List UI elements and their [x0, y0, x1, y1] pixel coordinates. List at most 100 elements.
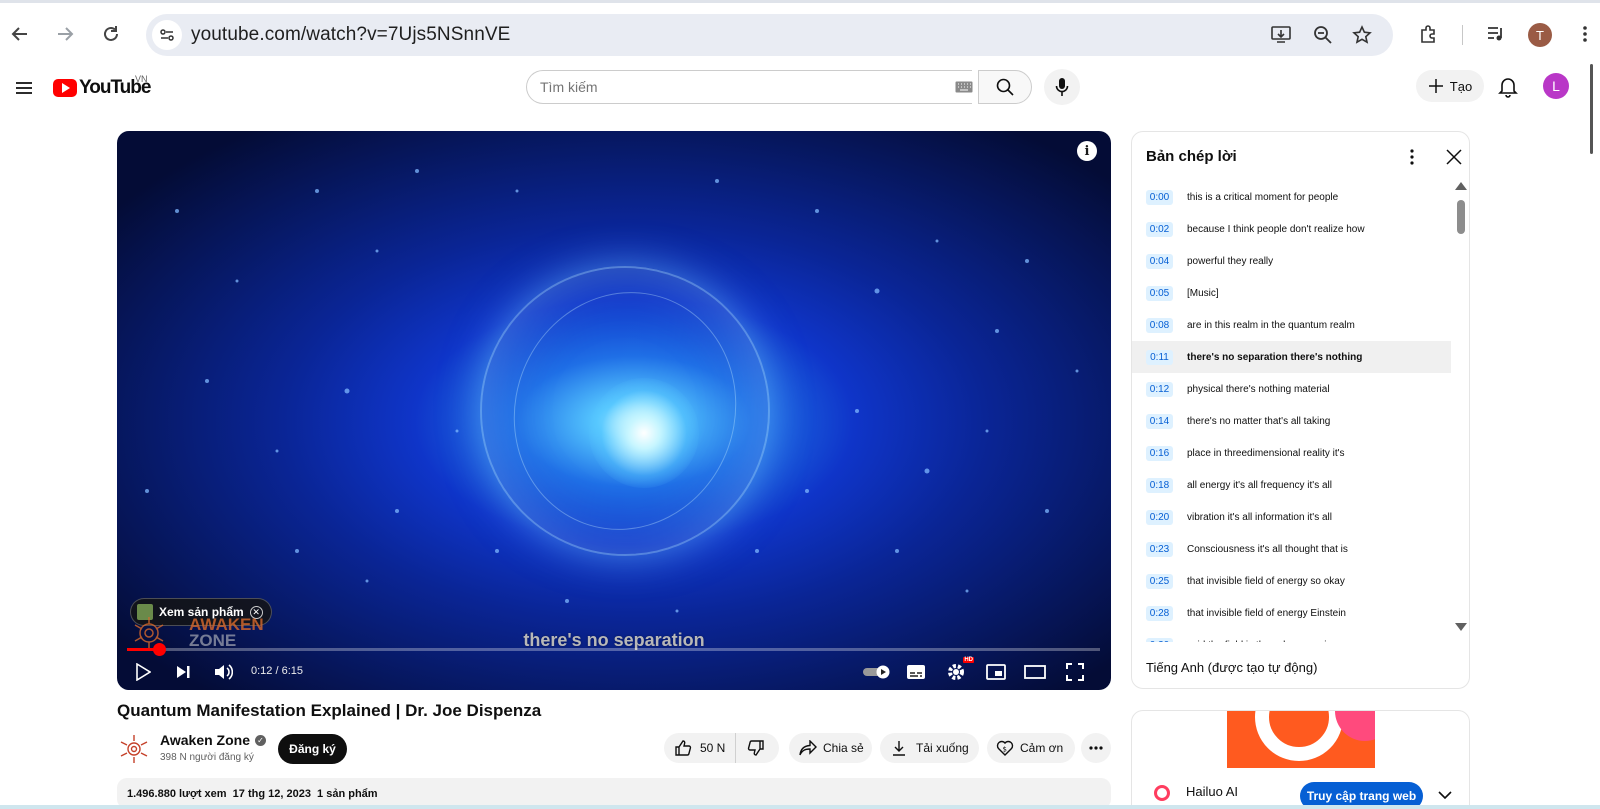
miniplayer-icon[interactable]: [982, 658, 1010, 686]
segment-text: that invisible field of energy Einstein: [1187, 607, 1346, 619]
voice-search-button[interactable]: [1044, 69, 1080, 105]
transcript-scrollbar[interactable]: [1454, 182, 1468, 642]
segment-timestamp[interactable]: 0:28: [1146, 605, 1173, 621]
transcript-segment[interactable]: 0:28 that invisible field of energy Einst…: [1132, 597, 1451, 629]
browser-profile-avatar[interactable]: T: [1528, 23, 1552, 47]
segment-text: vibration it's all information it's all: [1187, 511, 1332, 523]
close-icon[interactable]: [1443, 146, 1465, 168]
extensions-icon[interactable]: [1416, 22, 1440, 46]
transcript-language[interactable]: Tiếng Anh (được tạo tự động): [1146, 660, 1317, 675]
settings-gear-icon[interactable]: HD: [942, 657, 974, 686]
ad-card[interactable]: Hailuo AI Truy cập trang web: [1131, 710, 1470, 809]
transcript-segment[interactable]: 0:11 there's no separation there's nothin…: [1132, 341, 1451, 373]
ad-banner-image[interactable]: [1227, 711, 1375, 768]
thanks-heart-dollar-icon: $: [996, 739, 1014, 757]
subscriber-count: 398 N người đăng ký: [160, 752, 254, 763]
channel-name-text[interactable]: Awaken Zone: [160, 732, 250, 748]
segment-timestamp[interactable]: 0:02: [1146, 221, 1173, 237]
segment-timestamp[interactable]: 0:12: [1146, 381, 1173, 397]
progress-bar[interactable]: [127, 643, 1100, 656]
create-button[interactable]: Tạo: [1416, 70, 1484, 102]
keyboard-icon[interactable]: [955, 80, 973, 94]
chevron-down-icon[interactable]: [1437, 787, 1453, 803]
transcript-segment[interactable]: 0:20 vibration it's all information it's …: [1132, 501, 1451, 533]
transcript-segment[interactable]: 0:23 Consciousness it's all thought that …: [1132, 533, 1451, 565]
fullscreen-icon[interactable]: [1061, 658, 1089, 686]
channel-name[interactable]: Awaken Zone ✓: [160, 732, 266, 748]
zoom-icon[interactable]: [1312, 24, 1334, 46]
transcript-segment[interactable]: 0:00 this is a critical moment for people: [1132, 181, 1451, 213]
segment-text: this is a critical moment for people: [1187, 191, 1339, 203]
subtitles-icon[interactable]: [902, 658, 930, 686]
transcript-segment[interactable]: 0:14 there's no matter that's all taking: [1132, 405, 1451, 437]
segment-timestamp[interactable]: 0:08: [1146, 317, 1173, 333]
country-code: VN: [135, 74, 148, 84]
like-button[interactable]: 50 N: [664, 733, 736, 763]
next-icon[interactable]: [169, 658, 197, 686]
install-icon[interactable]: [1270, 24, 1292, 46]
transcript-segment-list[interactable]: 0:00 this is a critical moment for people…: [1132, 181, 1451, 642]
account-avatar[interactable]: L: [1543, 73, 1569, 99]
transcript-segment[interactable]: 0:18 all energy it's all frequency it's a…: [1132, 469, 1451, 501]
segment-timestamp[interactable]: 0:14: [1146, 413, 1173, 429]
thanks-label: Cảm ơn: [1020, 741, 1064, 755]
segment-timestamp[interactable]: 0:04: [1146, 253, 1173, 269]
scroll-up-arrow-icon[interactable]: [1455, 182, 1467, 190]
scrollbar-thumb[interactable]: [1457, 200, 1465, 234]
url-text[interactable]: youtube.com/watch?v=7Ujs5NSnnVE: [191, 24, 510, 46]
transcript-segment[interactable]: 0:04 powerful they really: [1132, 245, 1451, 277]
theater-mode-icon[interactable]: [1021, 658, 1049, 686]
transcript-segment[interactable]: 0:25 that invisible field of energy so ok…: [1132, 565, 1451, 597]
share-button[interactable]: Chia sẻ: [789, 733, 872, 763]
segment-timestamp[interactable]: 0:05: [1146, 285, 1173, 301]
forward-icon[interactable]: [51, 20, 79, 48]
play-icon[interactable]: [129, 658, 157, 686]
dislike-button[interactable]: [736, 733, 776, 763]
segment-timestamp[interactable]: 0:00: [1146, 189, 1173, 205]
menu-dots-icon[interactable]: [1573, 22, 1597, 46]
segment-timestamp[interactable]: 0:30: [1146, 637, 1173, 642]
ad-brand-name: Hailuo AI: [1186, 784, 1239, 799]
more-vertical-icon[interactable]: [1402, 146, 1422, 168]
segment-timestamp[interactable]: 0:18: [1146, 477, 1173, 493]
address-bar[interactable]: youtube.com/watch?v=7Ujs5NSnnVE: [146, 14, 1393, 56]
autoplay-toggle[interactable]: [861, 658, 893, 686]
transcript-segment[interactable]: 0:30 said the field is the sole governing: [1132, 629, 1451, 642]
ad-brand-logo-icon: [1154, 785, 1170, 801]
transcript-segment[interactable]: 0:16 place in threedimensional reality it…: [1132, 437, 1451, 469]
time-display: 0:12 / 6:15: [251, 665, 303, 677]
volume-icon[interactable]: [209, 658, 237, 686]
youtube-logo[interactable]: YouTube VN: [53, 74, 151, 100]
share-label: Chia sẻ: [823, 741, 864, 755]
segment-timestamp[interactable]: 0:23: [1146, 541, 1173, 557]
site-info-icon[interactable]: [152, 20, 182, 50]
description-meta: 1.496.880 lượt xem 17 thg 12, 2023 1 sản…: [127, 788, 378, 800]
media-icon[interactable]: [1484, 22, 1508, 46]
more-actions-button[interactable]: [1081, 733, 1111, 763]
star-icon[interactable]: [1351, 24, 1373, 46]
subscribe-button[interactable]: Đăng ký: [278, 734, 347, 764]
search-icon: [996, 78, 1014, 96]
download-button[interactable]: Tải xuống: [880, 733, 979, 763]
channel-avatar[interactable]: [117, 732, 151, 766]
video-player[interactable]: i Xem sản phẩm ✕ AWAKEN ZONE there's no s…: [117, 131, 1111, 690]
segment-timestamp[interactable]: 0:11: [1146, 349, 1173, 365]
scroll-down-arrow-icon[interactable]: [1455, 623, 1467, 631]
search-input[interactable]: [540, 79, 920, 95]
back-icon[interactable]: [6, 20, 34, 48]
segment-timestamp[interactable]: 0:16: [1146, 445, 1173, 461]
search-button[interactable]: [978, 70, 1032, 104]
reload-icon[interactable]: [97, 20, 125, 48]
page-scrollbar[interactable]: [1590, 64, 1593, 154]
notifications-bell-icon[interactable]: [1495, 74, 1521, 100]
transcript-segment[interactable]: 0:12 physical there's nothing material: [1132, 373, 1451, 405]
transcript-segment[interactable]: 0:05 [Music]: [1132, 277, 1451, 309]
hamburger-menu-icon[interactable]: [12, 76, 36, 100]
transcript-segment[interactable]: 0:08 are in this realm in the quantum rea…: [1132, 309, 1451, 341]
transcript-segment[interactable]: 0:02 because I think people don't realize…: [1132, 213, 1451, 245]
segment-timestamp[interactable]: 0:20: [1146, 509, 1173, 525]
info-icon[interactable]: i: [1077, 141, 1097, 161]
segment-timestamp[interactable]: 0:25: [1146, 573, 1173, 589]
thanks-button[interactable]: $ Cảm ơn: [987, 733, 1075, 763]
taskbar-edge: [0, 805, 1600, 809]
